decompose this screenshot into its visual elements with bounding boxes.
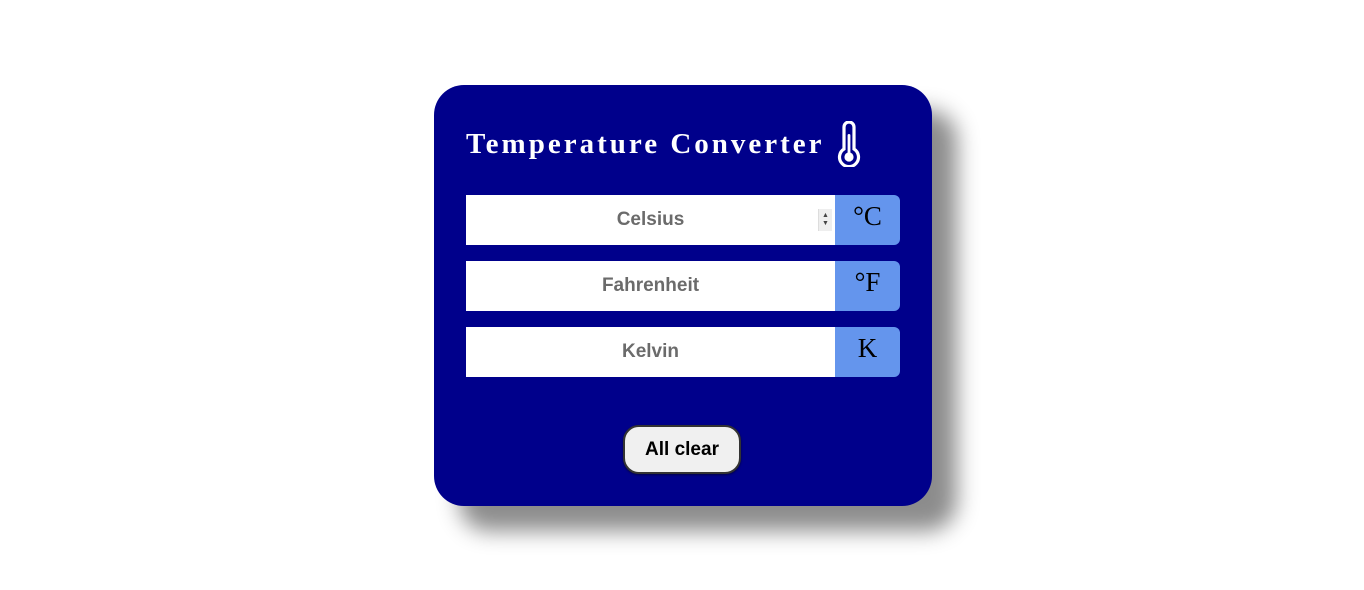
fahrenheit-row: °F <box>466 261 900 311</box>
kelvin-row: K <box>466 327 900 377</box>
page-title: Temperature Converter <box>466 127 825 160</box>
all-clear-button[interactable]: All clear <box>623 425 741 474</box>
spin-down-icon[interactable]: ▼ <box>822 220 829 228</box>
thermometer-icon <box>835 120 863 169</box>
celsius-row: ▲ ▼ °C <box>466 195 900 245</box>
kelvin-input[interactable] <box>466 327 835 377</box>
celsius-unit-label: °C <box>835 195 900 245</box>
celsius-input[interactable] <box>466 195 835 245</box>
spin-up-icon[interactable]: ▲ <box>822 212 829 220</box>
celsius-field-wrapper: ▲ ▼ <box>466 195 835 245</box>
fahrenheit-field-wrapper <box>466 261 835 311</box>
title-row: Temperature Converter <box>466 120 863 169</box>
number-spinner[interactable]: ▲ ▼ <box>818 209 832 231</box>
converter-card: Temperature Converter ▲ ▼ °C °F K <box>434 85 932 506</box>
fahrenheit-input[interactable] <box>466 261 835 311</box>
kelvin-field-wrapper <box>466 327 835 377</box>
fahrenheit-unit-label: °F <box>835 261 900 311</box>
kelvin-unit-label: K <box>835 327 900 377</box>
